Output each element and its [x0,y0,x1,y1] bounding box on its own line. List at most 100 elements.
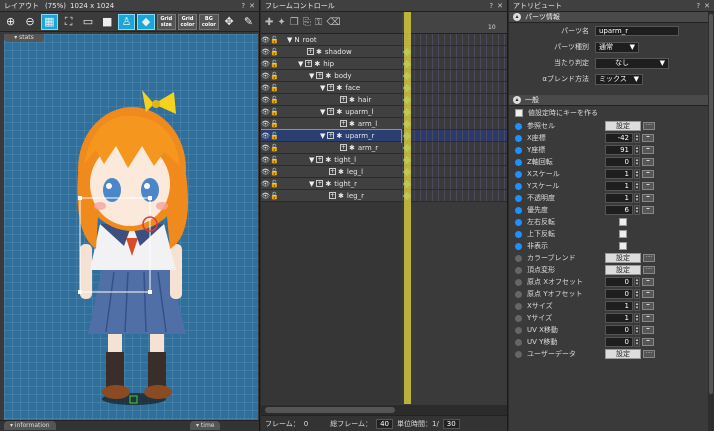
bone-icon[interactable]: ♙ [117,13,136,30]
curve-icon[interactable]: ━ [642,302,654,310]
unit-time-select[interactable]: 30 [442,418,460,429]
visibility-eye-icon[interactable]: 👁 [261,192,270,200]
timeline-row-uparm_l[interactable] [402,106,507,118]
part-type-select[interactable]: 通常 ▼ [595,41,639,53]
delete-icon[interactable]: ⌫ [326,17,340,28]
value-input[interactable]: 1 [605,169,633,179]
key-dot-icon[interactable] [515,134,522,142]
help-icon[interactable]: ? [696,2,700,10]
lock-icon[interactable]: 🔓 [270,192,279,200]
attr-scrollbar[interactable] [708,12,714,431]
key-dot-icon[interactable] [515,290,522,298]
visibility-eye-icon[interactable]: 👁 [261,120,270,128]
key-dot-icon[interactable] [515,230,522,238]
curve-icon[interactable]: ━ [642,170,654,178]
visibility-eye-icon[interactable]: 👁 [261,60,270,68]
lock-icon[interactable]: 🔓 [270,60,279,68]
lock-icon[interactable]: 🔓 [270,180,279,188]
curve-icon[interactable]: ━ [642,182,654,190]
curve-icon[interactable]: ━ [642,206,654,214]
grid-icon[interactable]: ▦ [40,13,58,30]
part-row-uparm_l[interactable]: 👁 🔓 ▼ + ✱ uparm_l [261,106,401,118]
bg-color-button[interactable]: BG color [199,13,219,30]
visibility-eye-icon[interactable]: 👁 [261,144,270,152]
part-row-tight_r[interactable]: 👁 🔓 ▼ + ✱ tight_r [261,178,401,190]
key-dot-icon[interactable] [515,266,522,274]
grid-color-button[interactable]: Grid color [177,13,198,30]
value-input[interactable]: -42 [605,133,633,143]
more-icon[interactable]: ···· [643,350,655,358]
playhead[interactable] [404,12,411,404]
key-dot-icon[interactable] [515,254,522,262]
curve-icon[interactable]: ━ [642,326,654,334]
expand-arrow-icon[interactable]: ▼ [309,180,314,188]
lock-icon[interactable]: 🔓 [270,72,279,80]
curve-icon[interactable]: ━ [642,290,654,298]
toggle-checkbox[interactable] [619,242,627,250]
key-dot-icon[interactable] [515,338,522,346]
paste-icon[interactable]: ⎘ [303,17,311,28]
spinner-icon[interactable]: ▴ ▾ [634,205,640,215]
value-input[interactable]: 1 [605,193,633,203]
zoom-out-icon[interactable]: ⊖ [21,14,38,30]
expand-arrow-icon[interactable]: ▼ [287,36,292,44]
visibility-eye-icon[interactable]: 👁 [261,132,270,140]
part-row-shadow[interactable]: 👁 🔓 + ✱ shadow [261,46,401,58]
curve-icon[interactable]: ━ [642,338,654,346]
close-icon[interactable]: ✕ [497,2,503,10]
part-row-leg_l[interactable]: 👁 🔓 + ✱ leg_l [261,166,401,178]
expand-arrow-icon[interactable]: ▼ [298,60,303,68]
curve-icon[interactable]: ━ [642,278,654,286]
expand-arrow-icon[interactable]: ▼ [320,108,325,116]
blend-select[interactable]: ミックス ▼ [595,73,643,85]
spinner-icon[interactable]: ▴ ▾ [634,301,640,311]
part-info-header[interactable]: ▴ パーツ情報 [509,12,714,23]
spinner-icon[interactable]: ▴ ▾ [634,193,640,203]
hit-select[interactable]: なし ▼ [595,57,669,69]
general-header[interactable]: ▴ 一般 [509,95,714,106]
add-bone-icon[interactable]: ✦ [277,17,285,28]
expand-arrow-icon[interactable]: ▼ [320,84,325,92]
visibility-eye-icon[interactable]: 👁 [261,180,270,188]
timeline-row-arm_l[interactable] [402,118,507,130]
spinner-icon[interactable]: ▴ ▾ [634,337,640,347]
curve-icon[interactable]: ━ [642,158,654,166]
spinner-icon[interactable]: ▴ ▾ [634,145,640,155]
lock-icon[interactable]: 🔓 [270,156,279,164]
key-dot-icon[interactable] [515,194,522,202]
timeline-row-root[interactable] [402,34,507,46]
screen-icon[interactable]: ▭ [79,14,96,30]
value-input[interactable]: 0 [605,337,633,347]
visibility-eye-icon[interactable]: 👁 [261,48,270,56]
visibility-eye-icon[interactable]: 👁 [261,84,270,92]
toggle-checkbox[interactable] [619,230,627,238]
expand-arrow-icon[interactable]: ▼ [320,132,325,140]
grid-size-button[interactable]: Grid size [156,13,176,30]
move-icon[interactable]: ✥ [221,14,238,30]
set-button[interactable]: 設定 [605,253,641,263]
visibility-eye-icon[interactable]: 👁 [261,36,270,44]
timeline-row-face[interactable] [402,82,507,94]
information-tab[interactable]: ▾ information [4,421,56,430]
timeline-row-body[interactable] [402,70,507,82]
part-row-hair[interactable]: 👁 🔓 + ✱ hair [261,94,401,106]
timeline-row-hair[interactable] [402,94,507,106]
add-part-icon[interactable]: ✚ [265,17,273,28]
curve-icon[interactable]: ━ [642,194,654,202]
curve-icon[interactable]: ━ [642,314,654,322]
curve-icon[interactable]: ━ [642,146,654,154]
key-icon[interactable]: ⚿ [315,17,323,28]
value-input[interactable]: 1 [605,301,633,311]
part-row-body[interactable]: 👁 🔓 ▼ + ✱ body [261,70,401,82]
key-dot-icon[interactable] [515,326,522,334]
auto-key-checkbox[interactable] [515,109,523,117]
key-dot-icon[interactable] [515,350,522,358]
copy-icon[interactable]: ❐ [290,17,299,28]
value-input[interactable]: 0 [605,277,633,287]
lock-icon[interactable]: 🔓 [270,120,279,128]
visibility-eye-icon[interactable]: 👁 [261,108,270,116]
lock-icon[interactable]: 🔓 [270,168,279,176]
close-icon[interactable]: ✕ [704,2,710,10]
expand-arrow-icon[interactable]: ▼ [309,72,314,80]
pin-icon[interactable]: ◆ [137,13,155,30]
